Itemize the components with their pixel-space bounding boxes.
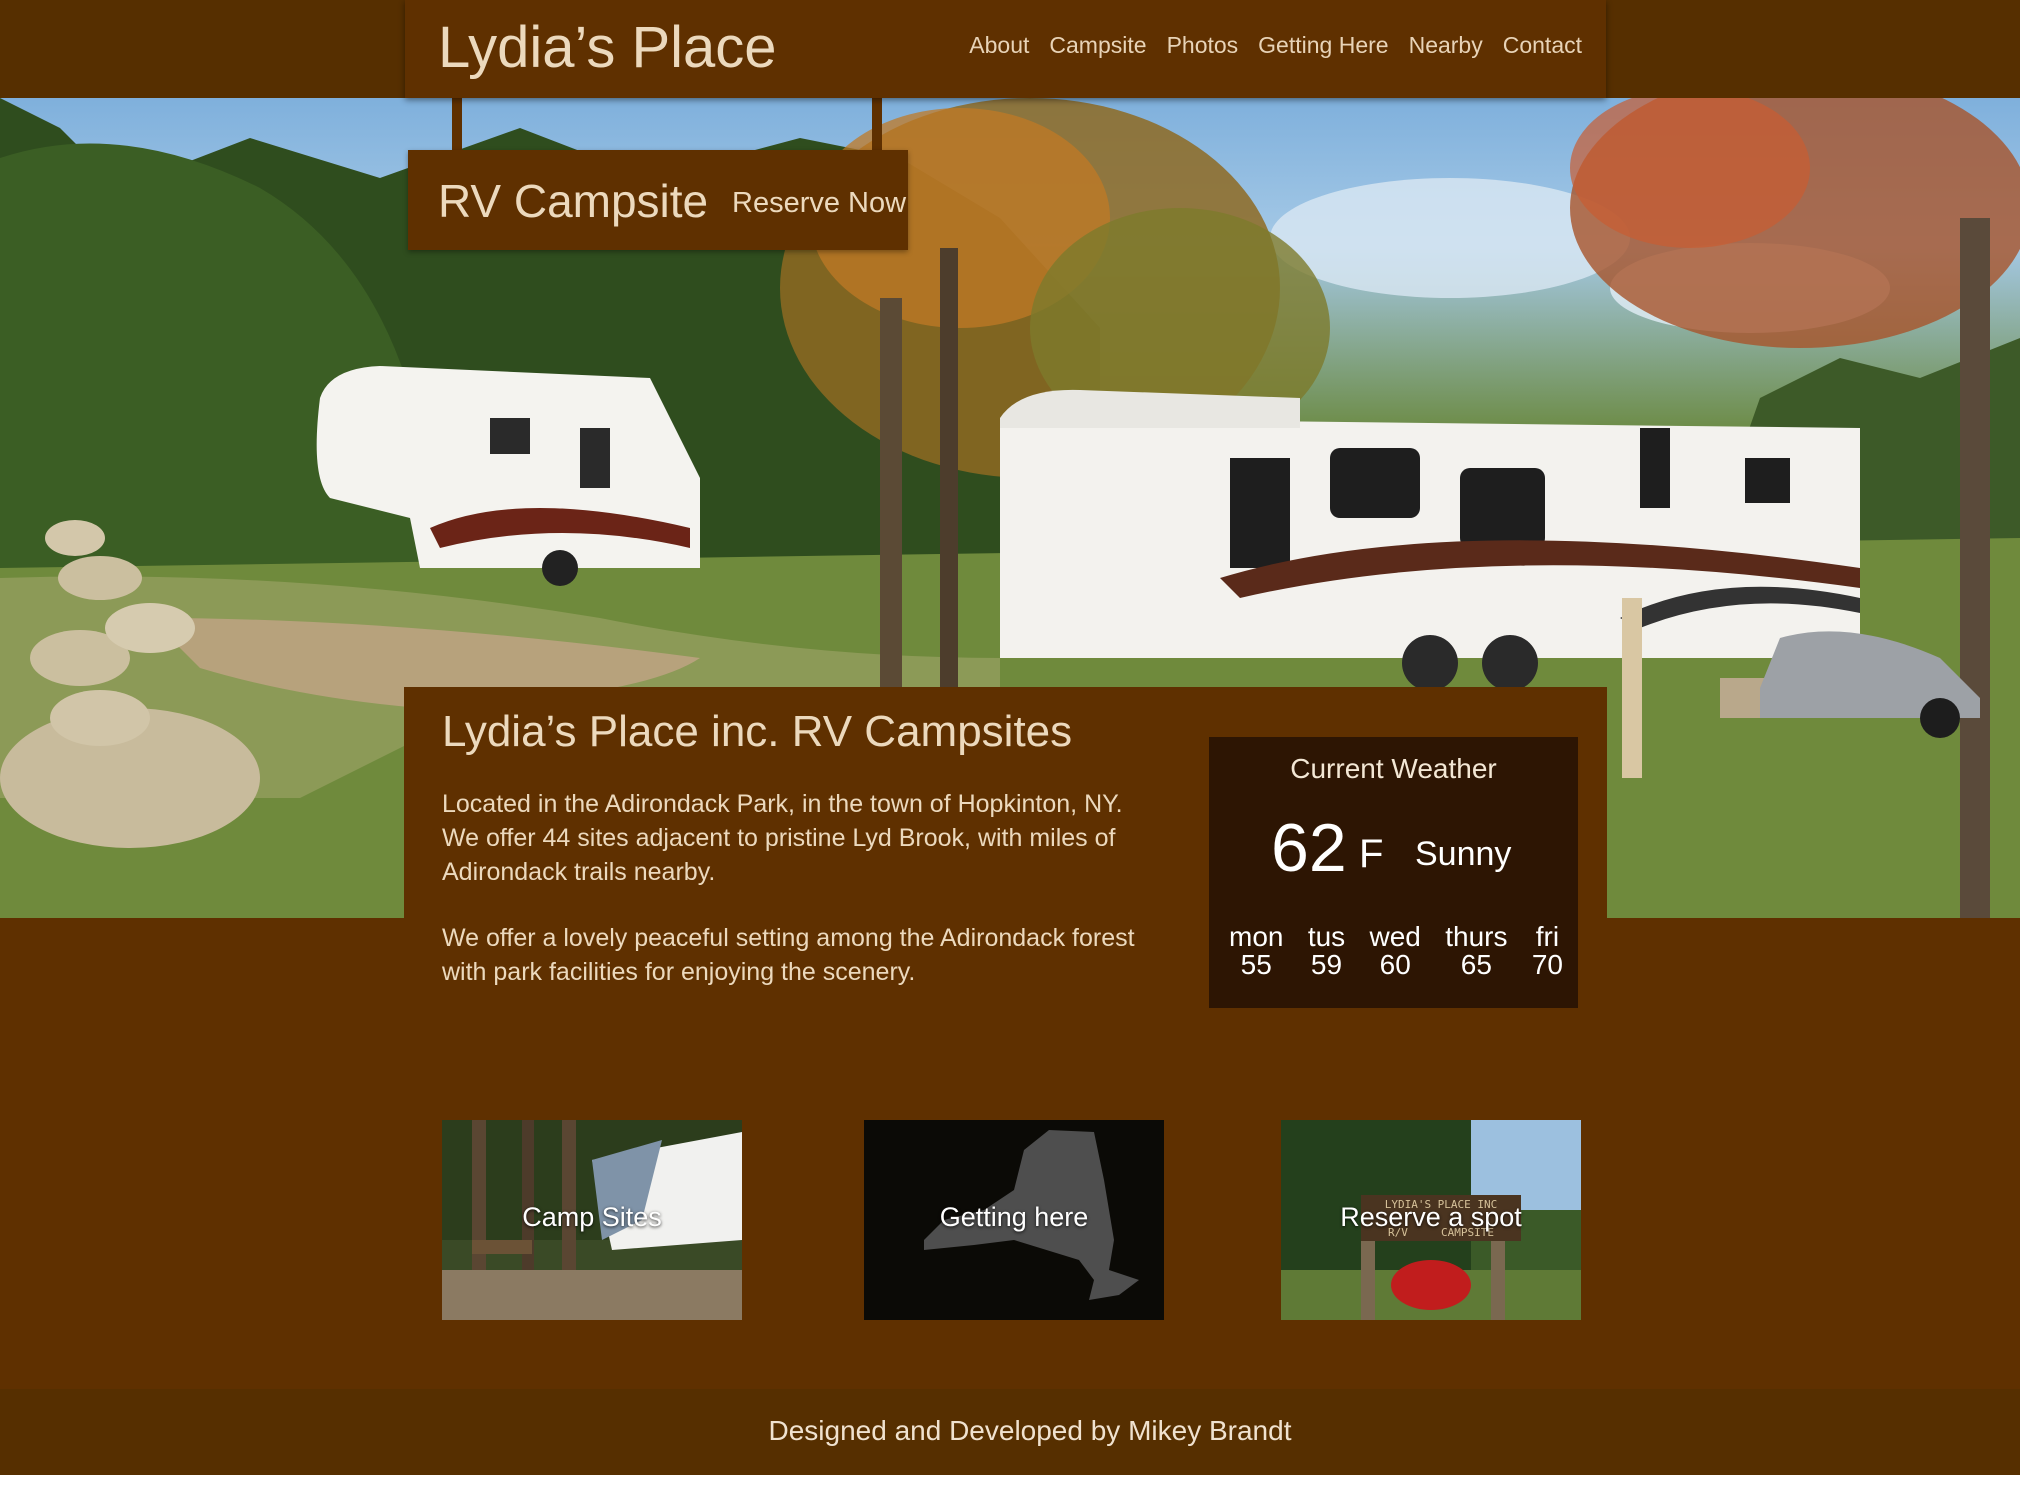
nav-nearby[interactable]: Nearby	[1409, 32, 1483, 59]
camp-sites-label: Camp Sites	[522, 1202, 662, 1232]
reserve-spot-card[interactable]: LYDIA'S PLACE INC R/V CAMPSITE Reserve a…	[1281, 1120, 1581, 1320]
forecast-day: mon 55	[1229, 923, 1283, 979]
hanging-post-left	[452, 98, 462, 150]
forecast-day-name: tus	[1307, 921, 1346, 952]
forecast-day-temp: 70	[1531, 949, 1563, 980]
forecast-day: fri 70	[1532, 923, 1563, 979]
reserve-now-link[interactable]: Reserve Now	[732, 187, 906, 220]
setting-paragraph: We offer a lovely peaceful setting among…	[442, 924, 1135, 986]
getting-here-label: Getting here	[939, 1202, 1089, 1232]
weather-title: Current Weather	[1290, 753, 1497, 784]
forecast-day: tus 59	[1308, 923, 1345, 979]
current-temp: 62	[1271, 810, 1347, 886]
content-panel: Lydia’s Place inc. RV Campsites Located …	[404, 687, 1607, 1389]
forecast-day: wed 60	[1370, 923, 1421, 979]
getting-here-card[interactable]: Getting here	[864, 1120, 1164, 1320]
intro-paragraph: Located in the Adirondack Park, in the t…	[442, 790, 1123, 886]
nav-campsite[interactable]: Campsite	[1049, 32, 1146, 59]
site-title[interactable]: Lydia’s Place	[438, 14, 777, 81]
page-title-box: RV Campsite Reserve Now	[408, 150, 908, 250]
main-heading: Lydia’s Place inc. RV Campsites	[442, 707, 1073, 756]
nav-photos[interactable]: Photos	[1167, 32, 1239, 59]
nav-getting-here[interactable]: Getting Here	[1258, 32, 1388, 59]
reserve-spot-label: Reserve a spot	[1340, 1202, 1522, 1232]
main-nav: About Campsite Photos Getting Here Nearb…	[969, 32, 1582, 59]
forecast-day-name: mon	[1229, 921, 1284, 952]
forecast-day-name: fri	[1535, 921, 1560, 952]
weather-widget: Current Weather 62 F Sunny mon 55 tus 59…	[1209, 737, 1578, 1008]
nav-contact[interactable]: Contact	[1503, 32, 1582, 59]
hanging-post-right	[872, 98, 882, 150]
forecast-day-temp: 60	[1379, 949, 1411, 980]
forecast-day-name: thurs	[1445, 921, 1508, 952]
weather-condition: Sunny	[1415, 835, 1512, 873]
forecast-row: mon 55 tus 59 wed 60 thurs 65 fri 70	[1229, 923, 1563, 979]
forecast-day-temp: 59	[1310, 949, 1343, 980]
page-title: RV Campsite	[438, 175, 709, 227]
forecast-day-temp: 55	[1240, 949, 1272, 980]
nav-about[interactable]: About	[969, 32, 1029, 59]
forecast-day: thurs 65	[1445, 923, 1507, 979]
forecast-day-temp: 65	[1460, 949, 1492, 980]
forecast-day-name: wed	[1369, 921, 1421, 952]
site-footer: Designed and Developed by Mikey Brandt	[0, 1389, 2020, 1475]
camp-sites-card[interactable]: Camp Sites	[442, 1120, 742, 1320]
temp-unit: F	[1359, 832, 1384, 876]
footer-credit: Designed and Developed by Mikey Brandt	[768, 1415, 1292, 1446]
site-header: Lydia’s Place About Campsite Photos Gett…	[405, 0, 1606, 98]
